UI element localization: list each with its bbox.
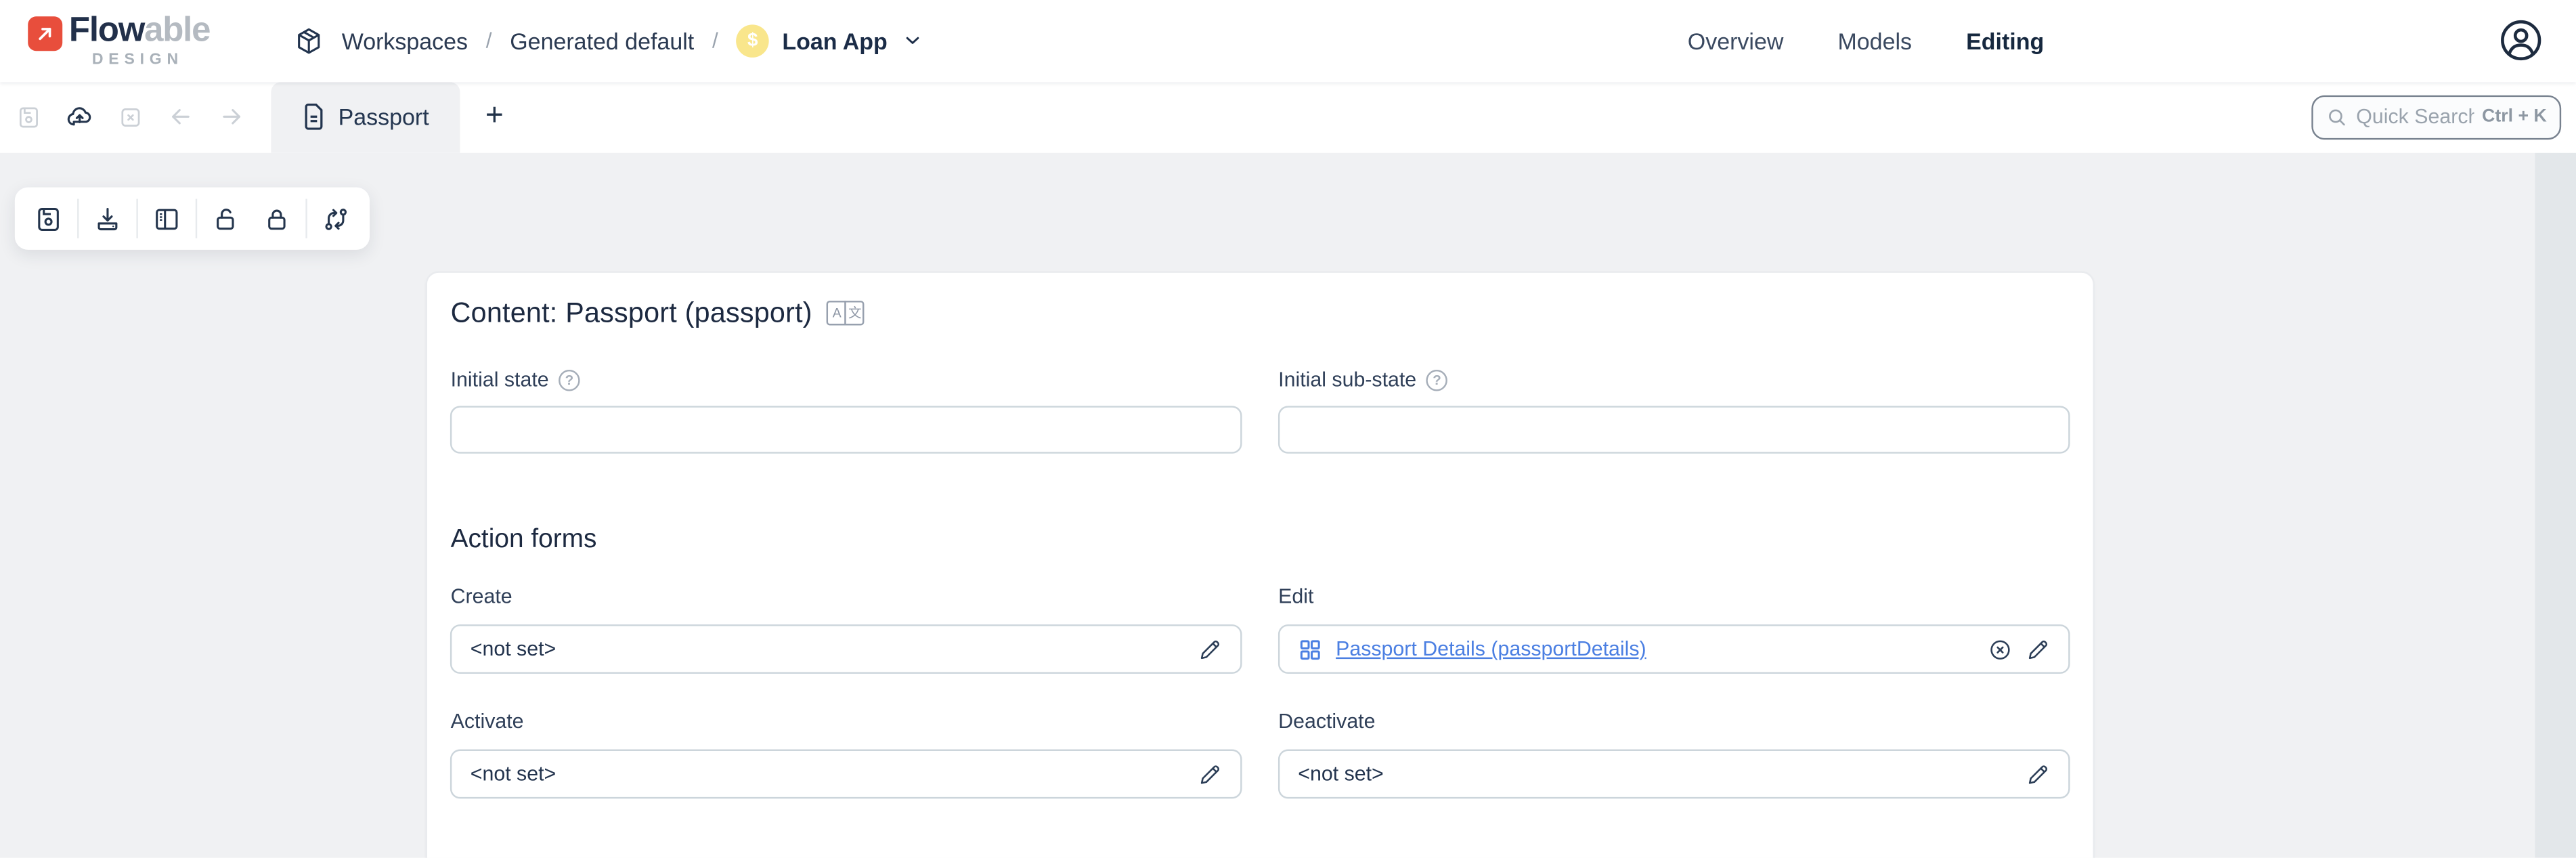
document-icon (302, 104, 325, 130)
content-model-card: Content: Passport (passport) A 文 Initial… (425, 271, 2095, 858)
tab-bar-spacer (529, 81, 2311, 152)
field-label: Initial state ? (451, 366, 1242, 393)
breadcrumb-separator: / (712, 28, 718, 53)
action-activate: Activate <not set> (451, 710, 1242, 798)
field-label: Initial sub-state ? (1278, 366, 2070, 393)
action-deactivate-label: Deactivate (1278, 710, 2070, 736)
toolbar-divider (135, 199, 137, 238)
action-create: Create <not set> (451, 585, 1242, 674)
form-model-icon (1298, 637, 1322, 661)
action-edit-box[interactable]: Passport Details (passportDetails) (1278, 624, 2070, 674)
flowable-logo: Flowable DESIGN (28, 12, 274, 70)
action-deactivate-box[interactable]: <not set> (1278, 750, 2070, 799)
tab-passport-label: Passport (339, 104, 429, 130)
edit-pencil-icon[interactable] (1198, 762, 1222, 786)
edit-pencil-icon[interactable] (2026, 637, 2050, 661)
edit-pencil-icon[interactable] (2026, 762, 2050, 786)
breadcrumb-workspace-name[interactable]: Generated default (510, 28, 694, 54)
toolbar-divider (77, 199, 78, 238)
action-activate-value: <not set> (471, 763, 1185, 786)
vertical-scrollbar[interactable] (2535, 152, 2576, 858)
editor-canvas: Content: Passport (passport) A 文 Initial… (0, 152, 2576, 858)
edit-pencil-icon[interactable] (1198, 637, 1222, 661)
action-deactivate: Deactivate <not set> (1278, 710, 2070, 798)
help-icon[interactable]: ? (1426, 369, 1448, 391)
action-create-value: <not set> (471, 638, 1185, 661)
initial-state-label: Initial state (451, 368, 549, 391)
action-activate-label: Activate (451, 710, 1242, 736)
brand-name-light: able (144, 12, 210, 50)
edit-form-link[interactable]: Passport Details (passportDetails) (1336, 638, 1974, 661)
quick-search-shortcut: Ctrl + K (2482, 107, 2547, 127)
initial-state-fields: Initial state ? Initial sub-state ? (451, 366, 2070, 454)
action-forms-grid: Create <not set> Edit Passport D (451, 585, 2070, 798)
add-tab-button[interactable]: + (460, 81, 529, 152)
lock-icon (250, 205, 301, 232)
publish-cloud-upload-icon[interactable] (66, 103, 93, 131)
action-create-box[interactable]: <not set> (451, 624, 1242, 674)
brand-subtitle: DESIGN (92, 51, 210, 70)
card-title-row: Content: Passport (passport) A 文 (451, 296, 2070, 330)
save-icon (16, 104, 41, 129)
redo-arrow-right-icon (219, 104, 245, 130)
breadcrumb-workspaces[interactable]: Workspaces (342, 28, 468, 54)
breadcrumb: Workspaces / Generated default / $ Loan … (294, 24, 923, 58)
save-icon (22, 205, 73, 232)
nav-editing[interactable]: Editing (1966, 28, 2044, 54)
top-header: Flowable DESIGN Workspaces / Generated d… (0, 0, 2576, 81)
breadcrumb-app-name: Loan App (782, 28, 887, 54)
undo-arrow-left-icon (168, 104, 194, 130)
side-panel-icon[interactable] (140, 205, 191, 232)
nav-models[interactable]: Models (1837, 28, 1912, 54)
action-edit-label: Edit (1278, 585, 2070, 612)
toolbar-divider (195, 199, 196, 238)
remove-circle-x-icon[interactable] (1988, 637, 2012, 661)
action-activate-box[interactable]: <not set> (451, 750, 1242, 799)
brand-name: Flowable (69, 12, 210, 50)
workspace-cube-icon (294, 26, 324, 56)
field-initial-state: Initial state ? (451, 366, 1242, 454)
quick-search-placeholder: Quick Search... (2356, 105, 2474, 128)
page-title: Content: Passport (passport) (451, 297, 812, 330)
action-edit: Edit Passport Details (passportDetails) (1278, 585, 2070, 674)
nav-overview[interactable]: Overview (1688, 28, 1784, 54)
header-nav: Overview Models Editing (1688, 28, 2044, 54)
quick-search-input[interactable]: Quick Search... Ctrl + K (2312, 95, 2562, 140)
user-avatar-icon[interactable] (2499, 18, 2544, 63)
close-model-icon (118, 104, 143, 129)
translate-icon[interactable]: A 文 (827, 301, 865, 325)
download-icon[interactable] (81, 205, 132, 232)
compare-versions-icon[interactable] (309, 205, 360, 232)
initial-sub-state-input[interactable] (1278, 406, 2070, 453)
field-initial-sub-state: Initial sub-state ? (1278, 366, 2070, 454)
toolbar-divider (305, 199, 306, 238)
unlock-icon[interactable] (200, 205, 250, 232)
flowable-arrow-icon (28, 17, 62, 51)
tab-bar-tools (0, 81, 245, 152)
help-icon[interactable]: ? (559, 369, 580, 391)
app-window: Flowable DESIGN Workspaces / Generated d… (0, 0, 2576, 858)
app-badge-icon: $ (736, 24, 769, 58)
initial-state-input[interactable] (451, 406, 1242, 453)
search-icon (2327, 106, 2349, 128)
model-toolbar (14, 188, 369, 250)
chevron-down-icon (902, 30, 924, 51)
tab-passport[interactable]: Passport (271, 81, 460, 152)
breadcrumb-app[interactable]: $ Loan App (736, 24, 923, 58)
action-create-label: Create (451, 585, 1242, 612)
breadcrumb-separator: / (486, 28, 492, 53)
editor-tab-bar: Passport + Quick Search... Ctrl + K (0, 81, 2576, 152)
brand-name-bold: Flow (69, 12, 144, 50)
action-deactivate-value: <not set> (1298, 763, 2012, 786)
section-title-action-forms: Action forms (451, 526, 2070, 559)
initial-sub-state-label: Initial sub-state (1278, 368, 1416, 391)
